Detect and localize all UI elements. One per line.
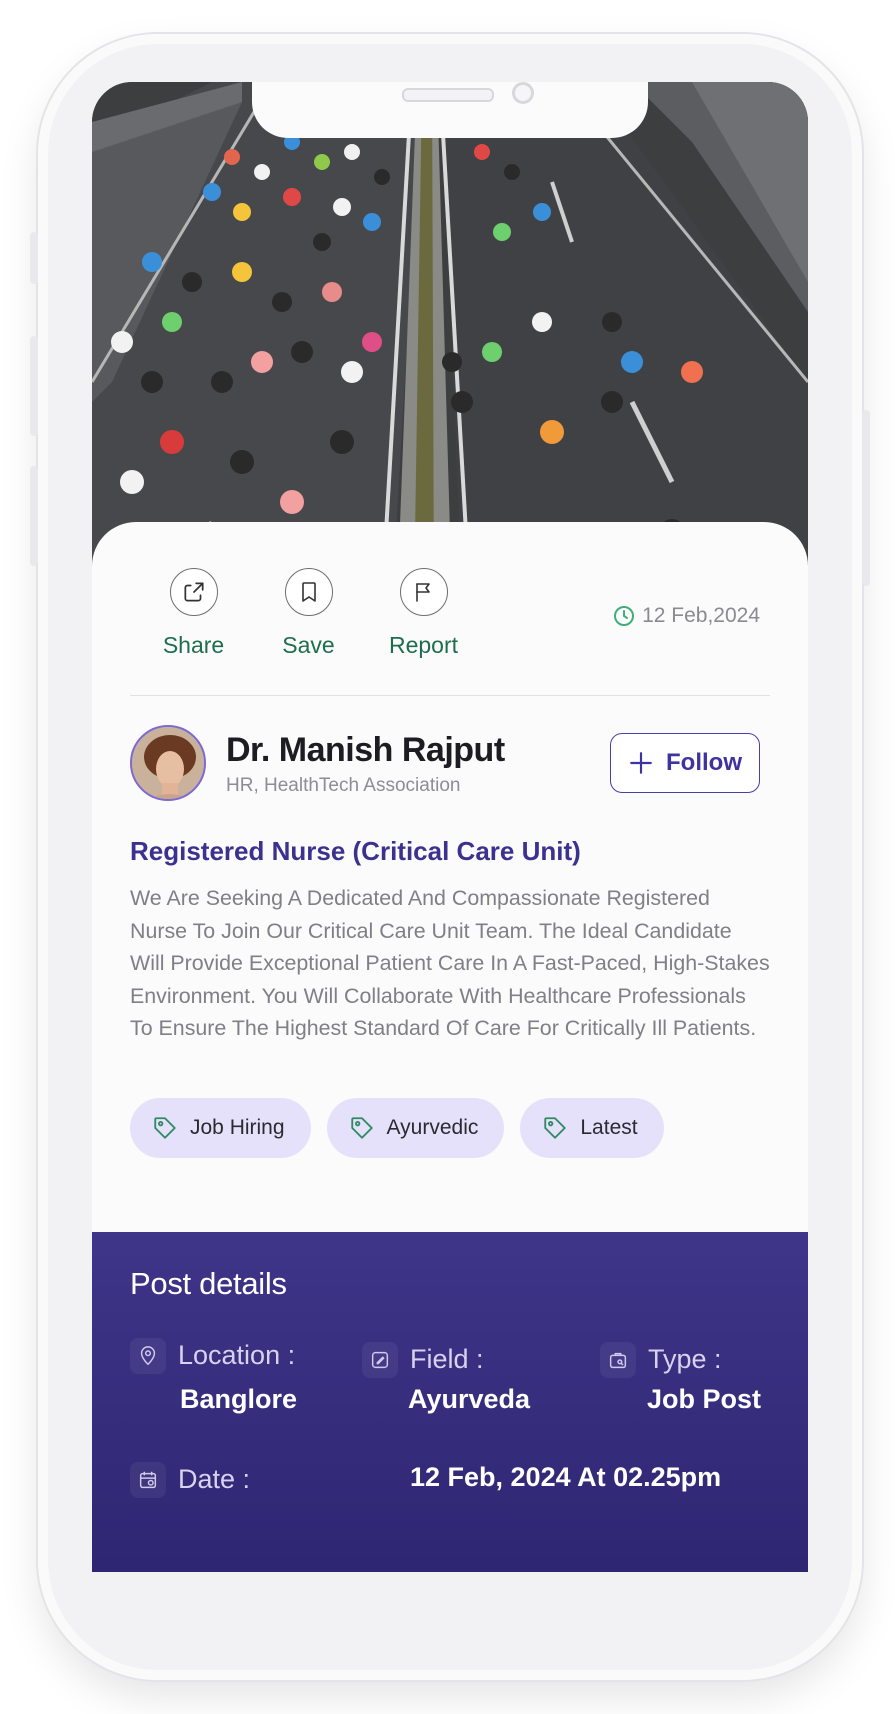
author-row: Dr. Manish Rajput HR, HealthTech Associa… (130, 725, 760, 809)
field-icon (362, 1342, 398, 1378)
plus-icon (630, 752, 652, 774)
location-value: Banglore (180, 1384, 298, 1414)
follow-button[interactable]: Follow (610, 733, 760, 793)
post-details-heading: Post details (130, 1266, 287, 1301)
volume-down-button (30, 466, 38, 566)
post-details-panel: Post details Location : Banglore Field : (92, 1232, 808, 1572)
save-label: Save (282, 632, 335, 658)
post-card: Share Save Report 12 Feb,2024 Dr. Manish… (92, 522, 808, 1612)
report-button[interactable]: Report (366, 568, 481, 659)
author-name[interactable]: Dr. Manish Rajput (226, 731, 505, 770)
tag-list: Job Hiring Ayurvedic Latest (130, 1098, 664, 1158)
tag-label: Latest (580, 1116, 638, 1139)
tag-chip[interactable]: Job Hiring (130, 1098, 311, 1158)
location-pin-icon (130, 1338, 166, 1374)
location-label: Location : (178, 1340, 296, 1370)
follow-label: Follow (666, 749, 742, 776)
report-label: Report (388, 632, 459, 658)
tag-chip[interactable]: Ayurvedic (326, 1098, 505, 1158)
author-role: HR, HealthTech Association (226, 775, 461, 796)
tag-label: Ayurvedic (386, 1116, 479, 1139)
avatar[interactable] (130, 725, 206, 801)
job-description: We Are Seeking A Dedicated And Compassio… (130, 886, 770, 1041)
briefcase-icon (600, 1342, 636, 1378)
tag-icon (544, 1117, 567, 1139)
type-label: Type : (648, 1344, 722, 1374)
field-label: Field : (410, 1344, 484, 1374)
power-button (862, 410, 870, 586)
field-value: Ayurveda (408, 1384, 531, 1414)
type-value: Job Post (647, 1384, 762, 1414)
share-label: Share (162, 632, 225, 658)
post-date: 12 Feb,2024 (612, 604, 760, 628)
app-screen: Share Save Report 12 Feb,2024 Dr. Manish… (92, 82, 808, 1612)
share-icon (169, 568, 218, 616)
speaker-grille (402, 88, 494, 102)
tag-chip[interactable]: Latest (520, 1098, 664, 1158)
divider (130, 695, 770, 696)
date-label: Date : (178, 1464, 251, 1494)
clock-icon (614, 606, 635, 626)
flag-icon (399, 568, 448, 616)
front-camera (512, 82, 534, 104)
mute-switch (30, 232, 38, 284)
tag-icon (154, 1117, 176, 1139)
bookmark-icon (284, 568, 333, 616)
tag-icon (350, 1117, 373, 1139)
date-value: 12 Feb, 2024 At 02.25pm (410, 1462, 722, 1492)
tag-label: Job Hiring (190, 1116, 285, 1139)
post-actions: Share Save Report (136, 568, 481, 659)
share-button[interactable]: Share (136, 568, 251, 659)
save-button[interactable]: Save (251, 568, 366, 659)
post-date-text: 12 Feb,2024 (642, 604, 760, 627)
phone-notch (252, 82, 648, 138)
bottom-area (92, 1572, 808, 1612)
calendar-icon (130, 1462, 166, 1498)
job-title: Registered Nurse (Critical Care Unit) (130, 836, 581, 866)
volume-up-button (30, 336, 38, 436)
